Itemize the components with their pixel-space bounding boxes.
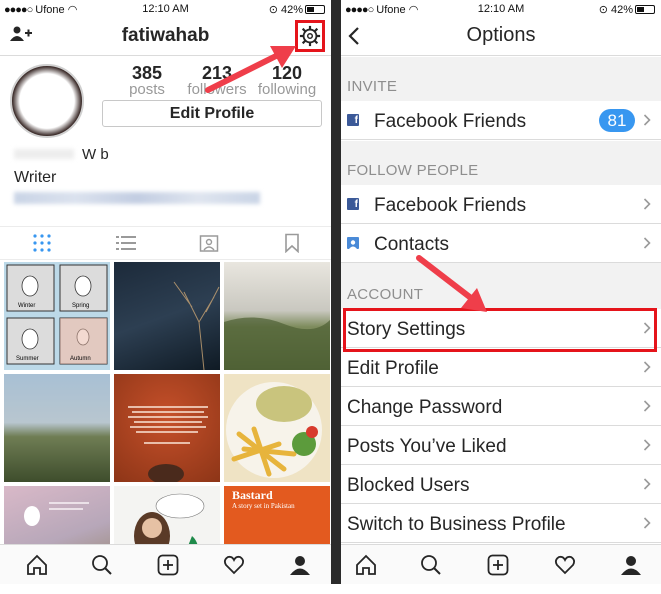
photo-comic-seasons[interactable]: Winter Spring Summer Autumn: [4, 262, 110, 370]
search-icon[interactable]: [91, 554, 113, 576]
stat-value: 213: [201, 63, 233, 83]
row-label: Blocked Users: [347, 475, 470, 496]
profile-avatar[interactable]: [10, 64, 84, 138]
profile-screen: ●●●●○ Ufone ◠ 12:10 AM ⊙ 42% fatiwahab 3…: [0, 0, 331, 584]
section-title: INVITE: [347, 78, 398, 95]
panel-divider: [331, 0, 341, 594]
row-posts-liked[interactable]: Posts You’ve Liked: [341, 426, 661, 465]
profile-website-link[interactable]: [14, 192, 260, 204]
battery-percent: 42%: [280, 4, 303, 16]
row-label: Contacts: [374, 234, 449, 255]
home-icon[interactable]: [26, 554, 48, 576]
status-bar: ●●●●○ Ufone ◠ 12:10 AM ⊙ 42%: [0, 0, 331, 18]
row-change-password[interactable]: Change Password: [341, 387, 661, 426]
stat-label: posts: [129, 81, 165, 98]
battery-icon: [635, 5, 655, 14]
row-label: Facebook Friends: [374, 195, 527, 216]
section-account: ACCOUNT: [341, 263, 661, 309]
section-invite: INVITE: [341, 57, 661, 101]
comic-label-autumn: Autumn: [70, 356, 91, 362]
battery-percent: 42%: [610, 4, 633, 16]
chevron-right-icon: [643, 517, 651, 529]
bottom-nav-left: [0, 544, 331, 584]
stat-posts: 385 posts: [112, 64, 182, 98]
section-title: FOLLOW PEOPLE: [347, 162, 479, 179]
profile-name-partial: W b: [82, 146, 109, 163]
book-cover-subtitle: A story set in Pakistan: [232, 502, 295, 510]
options-title: Options: [466, 24, 536, 46]
chevron-right-icon: [643, 400, 651, 412]
comic-label-summer: Summer: [16, 356, 39, 362]
section-title: ACCOUNT: [347, 286, 424, 303]
options-screen: ●●●●○ Ufone ◠ 12:10 AM ⊙ 42% Options INV…: [341, 0, 661, 584]
facebook-icon: f: [347, 114, 359, 126]
chevron-right-icon: [643, 361, 651, 373]
row-follow-facebook-friends[interactable]: f Facebook Friends: [341, 185, 661, 224]
profile-view-tabs: [0, 226, 331, 260]
lock-rotation-icon: ⊙: [598, 4, 608, 16]
row-follow-contacts[interactable]: Contacts: [341, 224, 661, 263]
stat-label: followers: [187, 81, 247, 98]
photo-city-view[interactable]: [4, 374, 110, 482]
row-label: Change Password: [347, 397, 503, 418]
saved-bookmark-icon[interactable]: [282, 233, 304, 255]
add-post-icon[interactable]: [157, 554, 179, 576]
lock-rotation-icon: ⊙: [268, 4, 278, 16]
photo-food-plate[interactable]: [224, 374, 330, 482]
row-switch-business-profile[interactable]: Switch to Business Profile: [341, 504, 661, 543]
row-invite-facebook-friends[interactable]: f Facebook Friends 81: [341, 101, 661, 140]
chevron-right-icon: [643, 198, 651, 210]
contacts-icon: [347, 237, 359, 249]
chevron-right-icon: [643, 237, 651, 249]
profile-icon[interactable]: [289, 554, 311, 576]
row-label: Edit Profile: [347, 358, 439, 379]
battery-icon: [305, 5, 325, 14]
profile-icon[interactable]: [620, 554, 642, 576]
facebook-icon: f: [347, 198, 359, 210]
options-header: Options: [341, 18, 661, 56]
profile-username: fatiwahab: [121, 25, 210, 46]
status-bar: ●●●●○ Ufone ◠ 12:10 AM ⊙ 42%: [341, 0, 661, 18]
comic-label-spring: Spring: [72, 303, 90, 309]
book-cover-title: Bastard: [232, 488, 273, 502]
comic-label-winter: Winter: [18, 303, 36, 309]
heart-activity-icon[interactable]: [223, 554, 245, 576]
section-follow-people: FOLLOW PEOPLE: [341, 141, 661, 185]
chevron-right-icon: [643, 439, 651, 451]
chevron-right-icon: [643, 114, 651, 126]
settings-gear-icon[interactable]: [295, 20, 325, 52]
list-view-icon[interactable]: [116, 233, 138, 255]
row-edit-profile[interactable]: Edit Profile: [341, 348, 661, 387]
story-settings-highlight-box: [343, 308, 657, 352]
home-icon[interactable]: [355, 554, 377, 576]
bottom-nav-right: [341, 544, 661, 584]
tagged-photos-icon[interactable]: [199, 233, 221, 255]
row-label: Switch to Business Profile: [347, 514, 566, 535]
photo-city-landscape[interactable]: [224, 262, 330, 370]
add-post-icon[interactable]: [487, 554, 509, 576]
grid-view-icon[interactable]: [32, 233, 54, 255]
photo-book-quote[interactable]: [114, 374, 220, 482]
profile-stats: 385 posts 213 followers 120 following: [112, 64, 322, 98]
profile-header: fatiwahab: [0, 18, 331, 56]
stat-value: 120: [271, 63, 303, 83]
edit-profile-button[interactable]: Edit Profile: [102, 100, 322, 127]
invite-count-badge: 81: [599, 109, 635, 132]
row-blocked-users[interactable]: Blocked Users: [341, 465, 661, 504]
bottom-margin: [0, 584, 661, 594]
stat-following[interactable]: 120 following: [252, 64, 322, 98]
search-icon[interactable]: [420, 554, 442, 576]
profile-full-name: W b: [14, 146, 109, 163]
row-label: Posts You’ve Liked: [347, 436, 507, 457]
chevron-right-icon: [643, 478, 651, 490]
profile-bio: Writer: [14, 169, 57, 186]
row-label: Facebook Friends: [374, 111, 527, 132]
stat-value: 385: [131, 63, 163, 83]
heart-activity-icon[interactable]: [554, 554, 576, 576]
photo-night-tree[interactable]: [114, 262, 220, 370]
stat-label: following: [257, 81, 317, 98]
stat-followers[interactable]: 213 followers: [182, 64, 252, 98]
